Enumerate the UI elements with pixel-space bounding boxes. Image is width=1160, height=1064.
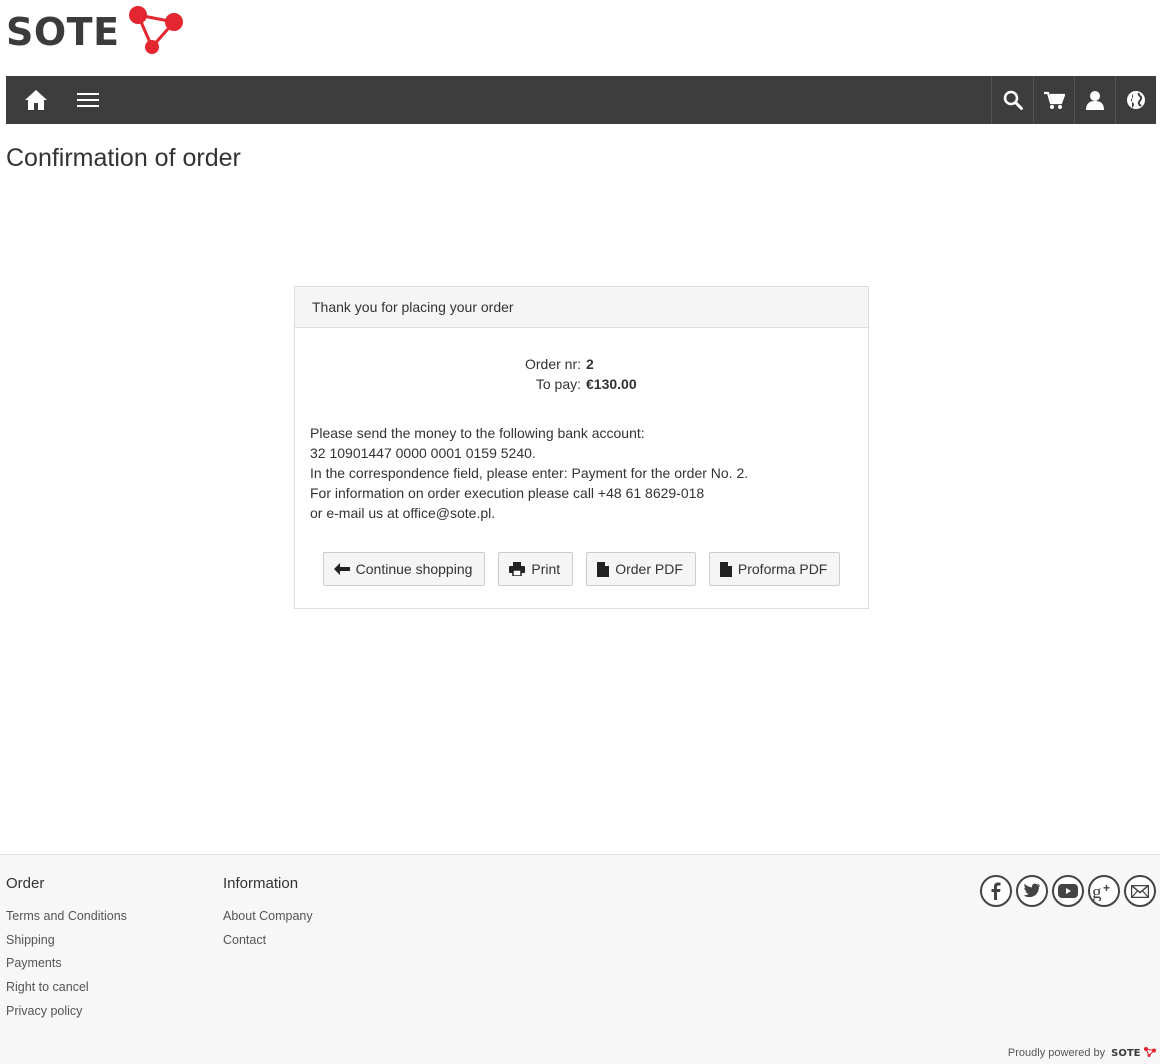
twitter-icon <box>1023 883 1040 898</box>
powered-by: Proudly powered by SOTE <box>1008 1047 1156 1059</box>
panel-actions: Continue shopping Print Order PDF Profor… <box>310 552 853 586</box>
main-navbar <box>6 76 1156 124</box>
instruction-line: For information on order execution pleas… <box>310 485 705 501</box>
cart-icon <box>1044 91 1065 109</box>
youtube-link[interactable] <box>1052 875 1084 907</box>
footer-link-terms[interactable]: Terms and Conditions <box>6 905 127 929</box>
document-icon <box>719 561 732 577</box>
language-button[interactable] <box>1115 76 1156 124</box>
continue-shopping-button[interactable]: Continue shopping <box>322 552 486 586</box>
to-pay-label: To pay: <box>535 376 581 392</box>
to-pay-row: To pay: €130.00 <box>310 374 853 394</box>
order-summary: Order nr: 2 To pay: €130.00 <box>310 354 853 394</box>
powered-logo-text: SOTE <box>1111 1048 1141 1059</box>
footer-link-right-to-cancel[interactable]: Right to cancel <box>6 976 127 1000</box>
search-icon <box>1003 90 1023 110</box>
email-link[interactable] <box>1124 875 1156 907</box>
arrow-left-icon <box>333 563 350 575</box>
printer-icon <box>509 562 526 576</box>
google-plus-icon: g + <box>1092 881 1110 901</box>
footer-link-contact[interactable]: Contact <box>223 929 313 953</box>
print-button[interactable]: Print <box>498 552 574 586</box>
footer-order-column: Order Terms and Conditions Shipping Paym… <box>6 875 127 1024</box>
footer-link-about[interactable]: About Company <box>223 905 313 929</box>
order-number-row: Order nr: 2 <box>310 354 853 374</box>
cart-button[interactable] <box>1033 76 1074 124</box>
proforma-pdf-button[interactable]: Proforma PDF <box>708 552 841 586</box>
order-number-label: Order nr: <box>524 356 581 372</box>
footer-link-privacy[interactable]: Privacy policy <box>6 1000 127 1024</box>
footer-link-payments[interactable]: Payments <box>6 952 127 976</box>
powered-by-text: Proudly powered by <box>1007 1047 1106 1059</box>
email-icon <box>1131 884 1149 898</box>
order-pdf-label: Order PDF <box>615 561 683 577</box>
payment-instructions: Please send the money to the following b… <box>310 423 853 523</box>
logo-text: SOTE <box>6 10 120 54</box>
youtube-icon <box>1058 884 1078 898</box>
account-button[interactable] <box>1074 76 1115 124</box>
footer-link-shipping[interactable]: Shipping <box>6 929 127 953</box>
site-logo[interactable]: SOTE <box>6 4 188 60</box>
bank-account-number: 32 10901447 0000 0001 0159 5240. <box>310 445 536 461</box>
logo-mark-icon <box>128 6 183 54</box>
home-button[interactable] <box>6 76 66 124</box>
footer-information-heading: Information <box>223 875 299 892</box>
search-button[interactable] <box>991 76 1033 124</box>
instruction-line: or e-mail us at office@sote.pl. <box>310 505 496 521</box>
document-icon <box>597 561 610 577</box>
panel-body: Order nr: 2 To pay: €130.00 Please send … <box>295 354 868 586</box>
order-confirmation-panel: Thank you for placing your order Order n… <box>294 286 869 609</box>
facebook-link[interactable] <box>980 875 1012 907</box>
to-pay-value: €130.00 <box>586 376 637 392</box>
site-footer: Order Terms and Conditions Shipping Paym… <box>0 854 1160 1064</box>
home-icon <box>25 90 47 110</box>
user-icon <box>1086 91 1104 110</box>
svg-text:+: + <box>1103 881 1110 895</box>
twitter-link[interactable] <box>1016 875 1048 907</box>
powered-by-logo[interactable]: SOTE <box>1111 1047 1156 1059</box>
logo-mark-icon <box>1144 1047 1156 1057</box>
instruction-line: Please send the money to the following b… <box>310 425 645 441</box>
facebook-icon <box>991 882 1001 900</box>
instruction-line: In the correspondence field, please ente… <box>310 465 749 481</box>
order-pdf-button[interactable]: Order PDF <box>586 552 696 586</box>
hamburger-icon <box>77 93 99 107</box>
menu-button[interactable] <box>66 76 110 124</box>
proforma-pdf-label: Proforma PDF <box>737 561 828 577</box>
order-number-value: 2 <box>586 356 594 372</box>
continue-shopping-label: Continue shopping <box>355 561 473 577</box>
page-title: Confirmation of order <box>6 144 241 172</box>
footer-order-heading: Order <box>6 875 45 892</box>
print-label: Print <box>531 561 561 577</box>
panel-heading: Thank you for placing your order <box>295 287 868 328</box>
social-links: g + <box>980 875 1156 907</box>
google-plus-link[interactable]: g + <box>1088 875 1120 907</box>
svg-text:g: g <box>1092 882 1102 901</box>
globe-icon <box>1127 91 1145 109</box>
footer-information-column: Information About Company Contact <box>223 875 313 952</box>
